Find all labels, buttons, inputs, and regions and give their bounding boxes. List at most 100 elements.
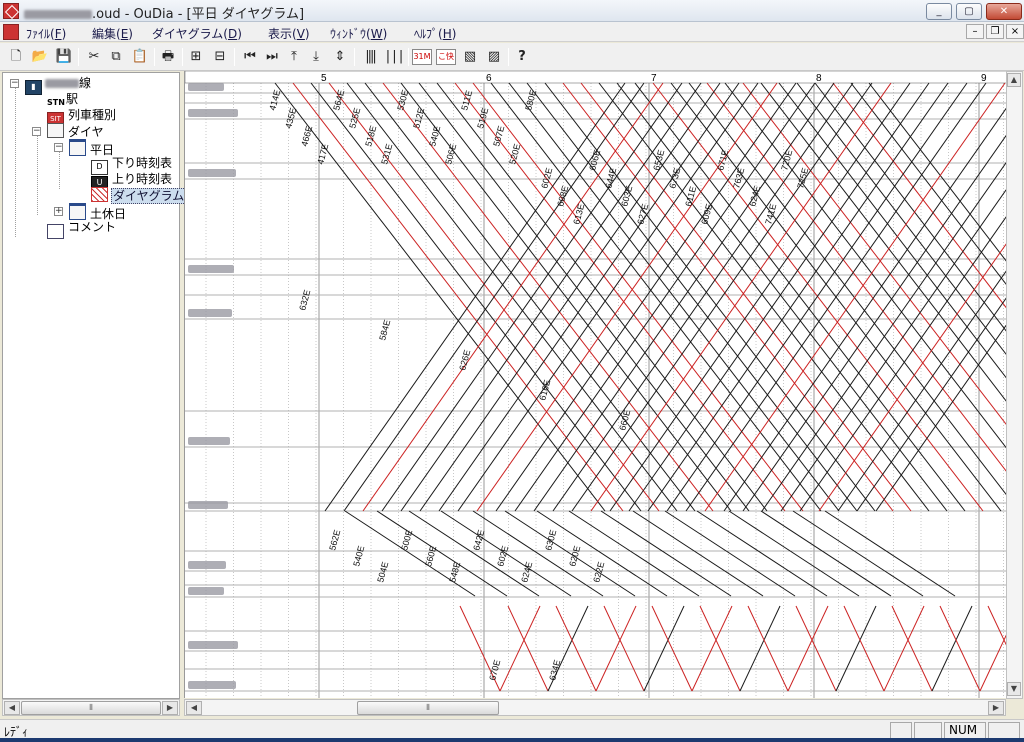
- align-bottom-icon[interactable]: ⤓: [306, 47, 326, 67]
- menu-edit[interactable]: 編集(E): [92, 25, 133, 42]
- tree-guide: [37, 133, 38, 215]
- tree-item-diagram[interactable]: ダイヤグラム: [91, 187, 187, 204]
- table-icon: [47, 123, 64, 138]
- scroll-right-icon[interactable]: ▶: [988, 701, 1004, 715]
- first-icon[interactable]: ⏮: [240, 47, 260, 67]
- diagram-vertical-scrollbar[interactable]: ▲ ▼: [1006, 71, 1023, 699]
- train-number-label: 531E: [379, 143, 394, 166]
- toolbar: 🗋 📂 💾 ✂ ⧉ 📋 🖶 ⊞ ⊟ ⏮ ⏭ ⤒ ⤓ ⇕ |||| | | | 3…: [0, 43, 1024, 71]
- table-icon: [69, 139, 86, 156]
- tree-item-dia[interactable]: ダイヤ: [47, 123, 105, 139]
- menu-view[interactable]: 表示(V): [268, 25, 310, 42]
- time-lines-a-icon[interactable]: ||||: [360, 47, 380, 67]
- train-number-label: 414E: [267, 89, 282, 112]
- line-name-blurred: [45, 79, 79, 88]
- train-line: [568, 510, 700, 597]
- scroll-up-icon[interactable]: ▲: [1007, 73, 1021, 87]
- align-center-icon[interactable]: ⇕: [330, 47, 350, 67]
- train-number-icon[interactable]: 31M: [412, 49, 432, 65]
- status-panel: [914, 722, 942, 739]
- mdi-close-button[interactable]: ×: [1006, 24, 1024, 39]
- hour-axis-band: [185, 71, 1006, 84]
- diagram-canvas[interactable]: 5 6 7 8 9414E435E466E417E564E525E518E531E530…: [185, 71, 1006, 698]
- diagram-horizontal-scrollbar[interactable]: ◀ ⦀ ▶: [184, 699, 1006, 716]
- collapse-weekday-icon[interactable]: −: [54, 143, 63, 152]
- tree-item-up-timetable[interactable]: U 上り時刻表: [91, 171, 173, 191]
- tree-item-train-types[interactable]: SIT 列車種別: [47, 107, 117, 127]
- document-icon[interactable]: [3, 24, 19, 40]
- toolbar-separator: [354, 48, 355, 66]
- train-number-label: 620E: [567, 545, 582, 568]
- train-number-label: 644E: [603, 167, 618, 190]
- train-number-label: 720E: [779, 149, 794, 172]
- train-number-label: 673E: [667, 167, 682, 190]
- train-number-label: 507E: [491, 125, 506, 148]
- open-folder-icon[interactable]: 📂: [30, 47, 50, 67]
- train-line: [699, 605, 741, 692]
- train-line: [632, 510, 764, 597]
- paste-icon[interactable]: 📋: [130, 47, 150, 67]
- expand-holiday-icon[interactable]: +: [54, 207, 63, 216]
- close-button[interactable]: ✕: [986, 3, 1022, 20]
- menu-window[interactable]: ｳｨﾝﾄﾞｳ(W): [330, 25, 387, 42]
- collapse-root-icon[interactable]: −: [10, 79, 19, 88]
- tree-item-line[interactable]: ▮ 線: [25, 75, 91, 95]
- toolbar-separator: [182, 48, 183, 66]
- train-diagram[interactable]: 5 6 7 8 9 414E 435E 466E 417E 564E 525E 518E 531E 530…: [184, 71, 1006, 698]
- hour-label: 6: [486, 73, 492, 84]
- toolbar-separator: [154, 48, 155, 66]
- new-file-icon[interactable]: 🗋: [6, 47, 26, 67]
- minimize-button[interactable]: _: [926, 3, 952, 20]
- train-name-icon[interactable]: こ快: [436, 49, 456, 65]
- diagram-zoom-b-icon[interactable]: ⊟: [210, 47, 230, 67]
- train-number-label: 512E: [411, 107, 426, 130]
- up-trains-icon[interactable]: ▨: [484, 47, 504, 67]
- train-number-label: 609E: [699, 203, 714, 226]
- train-line: [664, 510, 796, 597]
- down-trains-icon[interactable]: ▧: [460, 47, 480, 67]
- mdi-restore-button[interactable]: ❐: [986, 24, 1004, 39]
- train-number-label: 624E: [747, 185, 762, 208]
- help-icon[interactable]: ?: [512, 47, 532, 67]
- train-number-label: 548E: [447, 561, 462, 584]
- station-name-blurred: [188, 309, 232, 317]
- app-icon[interactable]: [3, 3, 19, 19]
- scroll-thumb[interactable]: ⦀: [21, 701, 161, 715]
- tree-item-station[interactable]: STN駅: [47, 91, 79, 110]
- train-number-label: 606E: [587, 149, 602, 172]
- copy-icon[interactable]: ⧉: [106, 47, 126, 67]
- maximize-button[interactable]: ▢: [956, 3, 982, 20]
- train-number-label: 622E: [591, 561, 606, 584]
- cut-icon[interactable]: ✂: [84, 47, 104, 67]
- print-icon[interactable]: 🖶: [158, 47, 178, 67]
- tree-item-down-timetable[interactable]: D 下り時刻表: [91, 155, 173, 175]
- scroll-thumb[interactable]: ⦀: [357, 701, 499, 715]
- diagram-zoom-a-icon[interactable]: ⊞: [186, 47, 206, 67]
- tree-horizontal-scrollbar[interactable]: ◀ ⦀ ▶: [2, 699, 180, 716]
- scroll-down-icon[interactable]: ▼: [1007, 682, 1021, 696]
- collapse-dia-icon[interactable]: −: [32, 127, 41, 136]
- mdi-minimize-button[interactable]: –: [966, 24, 984, 39]
- last-icon[interactable]: ⏭: [262, 47, 282, 67]
- time-lines-b-icon[interactable]: | | |: [384, 47, 404, 67]
- tree-item-comment[interactable]: ✎ コメント: [47, 219, 117, 239]
- train-number-label: 540E: [427, 125, 442, 148]
- menu-file[interactable]: ﾌｧｲﾙ(F): [26, 25, 66, 42]
- align-top-icon[interactable]: ⤒: [284, 47, 304, 67]
- scroll-left-icon[interactable]: ◀: [186, 701, 202, 715]
- train-number-label: 630E: [543, 529, 558, 552]
- train-line: [787, 605, 829, 692]
- tree-item-weekday[interactable]: 平日: [69, 139, 115, 157]
- menu-help[interactable]: ﾍﾙﾌﾟ(H): [414, 25, 456, 42]
- train-number-label: 435E: [283, 107, 298, 130]
- tree-item-holiday[interactable]: 土休日: [69, 203, 127, 221]
- scroll-left-icon[interactable]: ◀: [4, 701, 20, 715]
- tree-view[interactable]: − ▮ 線 STN駅 SIT 列車種別 − ダイヤ − 平日 D 下り時刻表 U 上り時…: [2, 72, 187, 699]
- train-line: [643, 605, 685, 692]
- train-number-label: 504E: [375, 561, 390, 584]
- scroll-right-icon[interactable]: ▶: [162, 701, 178, 715]
- menu-diagram[interactable]: ダイヤグラム(D): [152, 25, 242, 42]
- save-icon[interactable]: 💾: [54, 47, 74, 67]
- title-bar: .oud - OuDia - [平日 ダイヤグラム] _ ▢ ✕: [0, 0, 1024, 22]
- hour-label: 8: [816, 73, 822, 84]
